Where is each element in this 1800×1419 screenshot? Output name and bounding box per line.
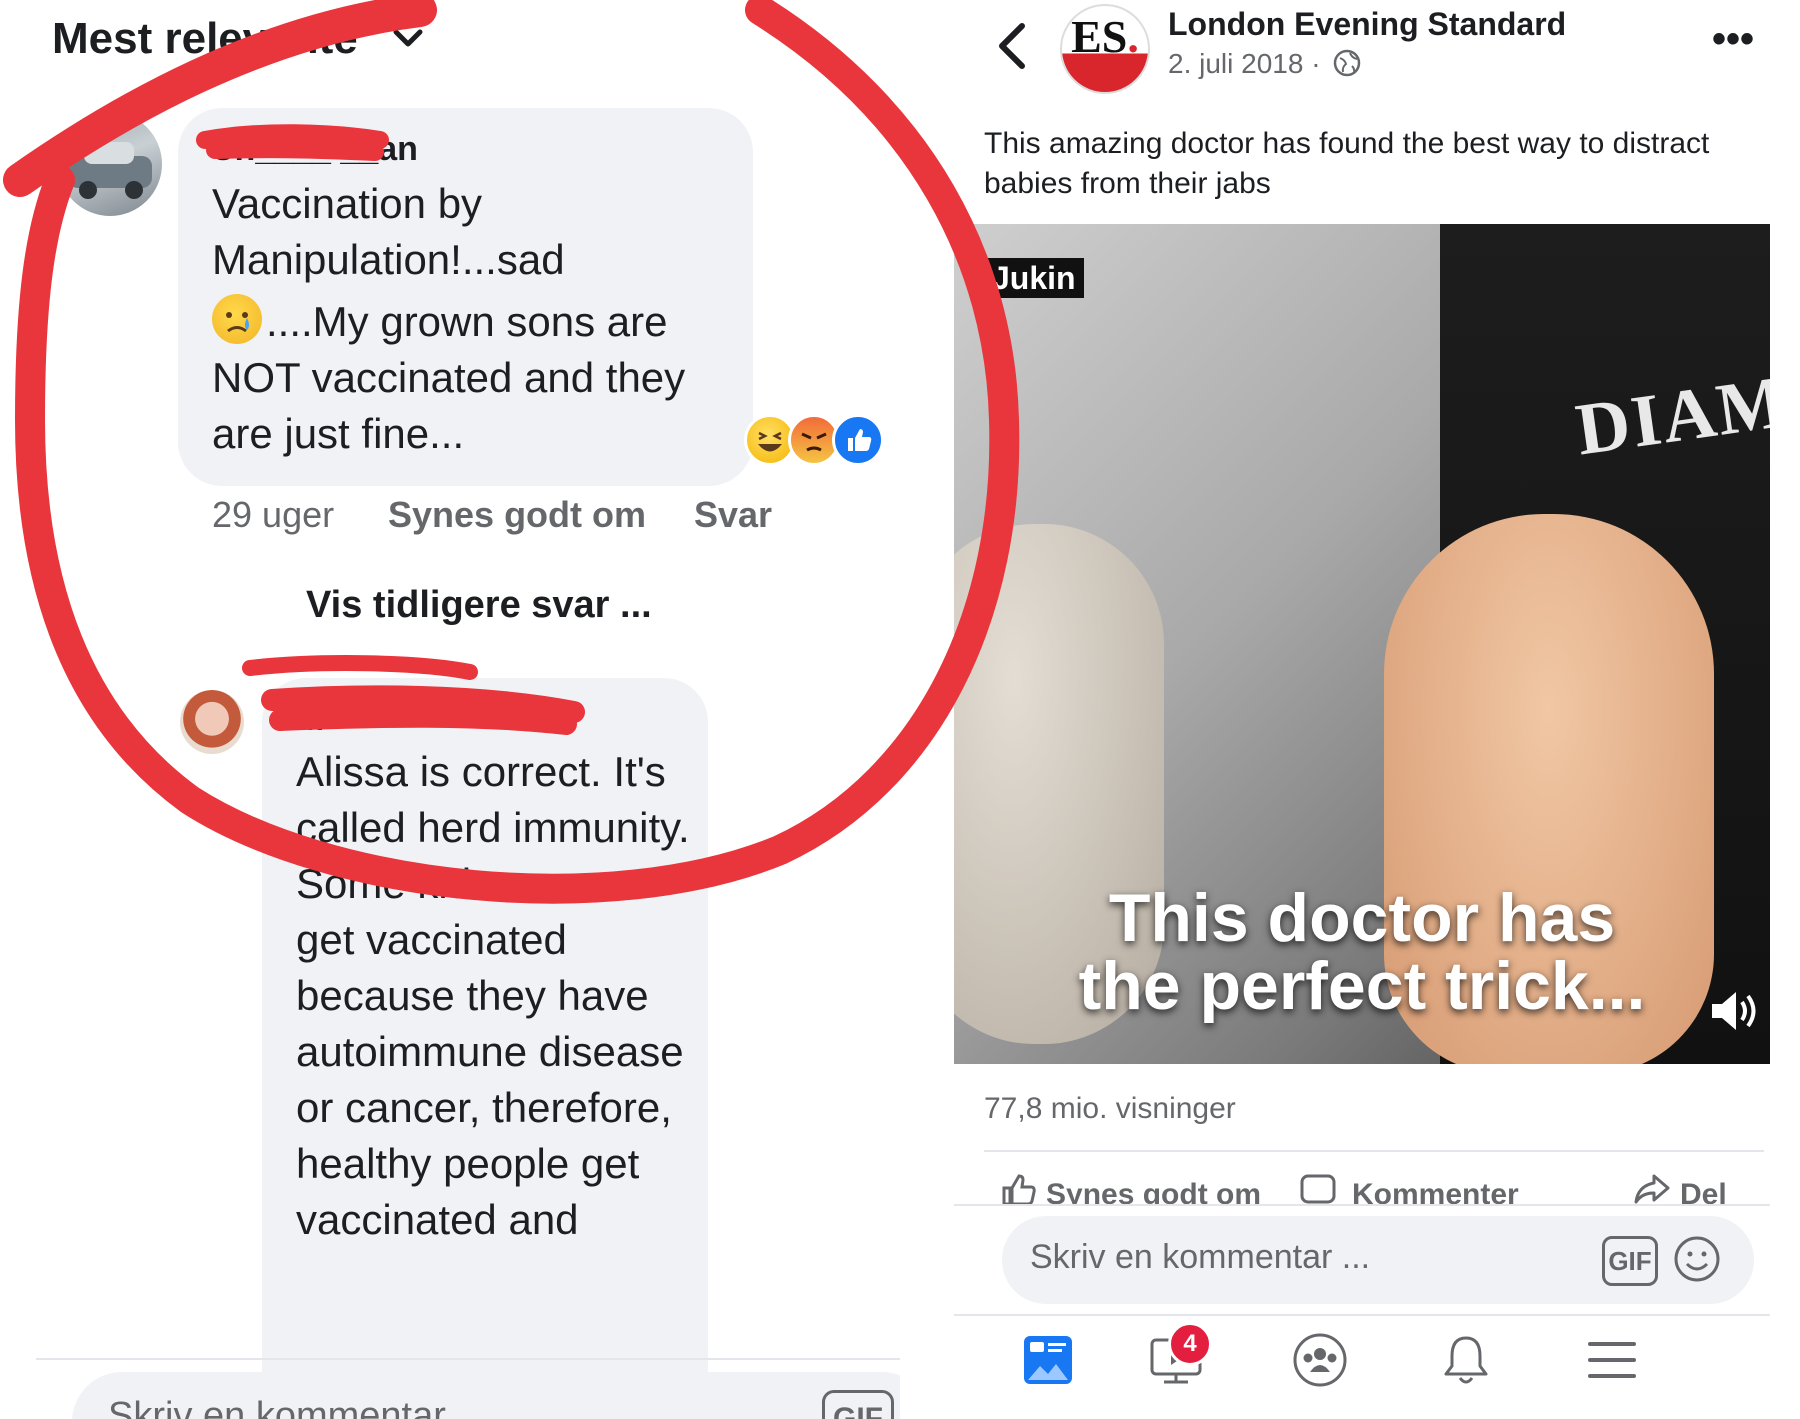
share-icon	[1634, 1174, 1670, 1204]
page-avatar[interactable]: ES.	[1060, 4, 1150, 94]
speaker-icon[interactable]	[1706, 984, 1760, 1038]
comment-author[interactable]: M	[296, 700, 324, 739]
sort-label[interactable]: Mest relevante	[52, 14, 358, 64]
avatar[interactable]	[58, 112, 162, 216]
chevron-down-icon[interactable]	[388, 18, 428, 58]
groups-icon[interactable]	[1290, 1330, 1350, 1390]
video-caption-line: the perfect trick...	[1078, 948, 1646, 1024]
avatar[interactable]	[180, 690, 244, 754]
page-name[interactable]: London Evening Standard	[1168, 6, 1566, 43]
video-watermark: Jukin	[984, 258, 1084, 298]
divider	[954, 1204, 1770, 1206]
view-previous-replies-link[interactable]: Vis tidligere svar ...	[306, 584, 652, 627]
comment-author[interactable]: Ch____ __an	[210, 130, 418, 169]
video-player[interactable]: DIAM Jukin This doctor has the perfect t…	[954, 224, 1770, 1064]
post-actions: Synes godt om Kommenter Del	[900, 1160, 1800, 1204]
comment-thread-panel: Mest relevante Ch____ __an Vaccination b…	[0, 0, 900, 1419]
comment-text: Vaccination by Manipulation!...sad ....M…	[212, 176, 742, 462]
reply-link[interactable]: Svar	[694, 494, 772, 536]
video-caption-line: This doctor has	[1108, 880, 1616, 956]
view-count: 77,8 mio. visninger	[984, 1092, 1236, 1125]
emoji-icon[interactable]	[1672, 1234, 1722, 1284]
post-date[interactable]: 2. juli 2018 ·	[1168, 48, 1321, 80]
divider	[36, 1358, 900, 1360]
more-options-icon[interactable]: •••	[1712, 19, 1762, 64]
globe-icon	[1333, 49, 1361, 77]
news-feed-icon[interactable]	[1018, 1330, 1078, 1390]
thumbs-up-icon	[1002, 1174, 1036, 1204]
crying-face-icon	[212, 294, 262, 344]
comment-text-line: Vaccination by	[212, 180, 483, 227]
comment-text-line: Manipulation!...sad	[212, 236, 565, 283]
reaction-summary[interactable]	[744, 412, 884, 466]
comment-text: Alissa is correct. It's called herd immu…	[296, 748, 690, 1243]
post-panel: ES. London Evening Standard 2. juli 2018…	[900, 0, 1800, 1419]
gif-button[interactable]: GIF	[1602, 1236, 1658, 1286]
notifications-bell-icon[interactable]	[1436, 1330, 1496, 1390]
comment-icon	[1300, 1174, 1336, 1204]
post-caption: This amazing doctor has found the best w…	[984, 127, 1710, 200]
comment-input-placeholder: Skriv en kommentar ...	[1030, 1238, 1371, 1276]
divider	[984, 1150, 1764, 1152]
video-shirt-text: DIAM	[1571, 360, 1770, 472]
notification-badge: 4	[1168, 1322, 1212, 1366]
back-arrow-icon[interactable]	[992, 18, 1032, 74]
comment-input-placeholder: Skriv en kommentar ...	[108, 1395, 489, 1419]
like-comment-link[interactable]: Synes godt om	[388, 494, 646, 536]
comment-button[interactable]: Kommenter	[1352, 1178, 1519, 1204]
like-button[interactable]: Synes godt om	[1046, 1178, 1261, 1204]
like-reaction-icon	[832, 414, 884, 466]
gif-button[interactable]: GIF	[822, 1390, 894, 1419]
video-caption-overlay: This doctor has the perfect trick...	[954, 884, 1770, 1020]
page-logo: ES.	[1071, 11, 1139, 62]
comment-timestamp: 29 uger	[212, 494, 335, 535]
menu-icon[interactable]	[1582, 1330, 1642, 1390]
comment-text-line: ....My grown sons are NOT vaccinated and…	[212, 298, 686, 457]
share-button[interactable]: Del	[1680, 1178, 1727, 1204]
divider	[954, 1314, 1770, 1316]
